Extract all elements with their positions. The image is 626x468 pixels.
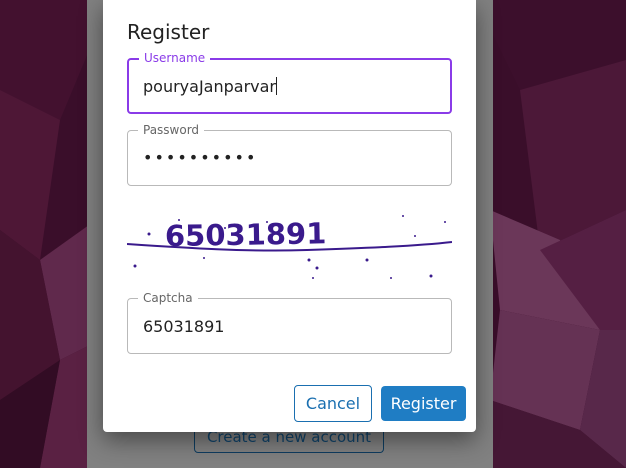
captcha-image: 65031891	[126, 208, 453, 284]
dialog-title: Register	[127, 20, 210, 44]
captcha-value: 65031891	[143, 317, 225, 336]
username-value: pouryaJanparvar	[143, 77, 277, 96]
captcha-label: Captcha	[138, 291, 198, 305]
register-button[interactable]: Register	[381, 386, 466, 421]
text-caret	[276, 77, 277, 95]
register-dialog: Register Username pouryaJanparvar Passwo…	[103, 0, 476, 432]
username-label: Username	[139, 51, 211, 65]
username-field[interactable]: Username pouryaJanparvar	[127, 51, 452, 114]
password-value: ••••••••••	[143, 148, 258, 167]
password-field[interactable]: Password ••••••••••	[127, 123, 452, 186]
cancel-button[interactable]: Cancel	[294, 385, 372, 422]
captcha-field[interactable]: Captcha 65031891	[127, 291, 452, 354]
password-label: Password	[138, 123, 205, 137]
captcha-text: 65031891	[165, 216, 327, 253]
